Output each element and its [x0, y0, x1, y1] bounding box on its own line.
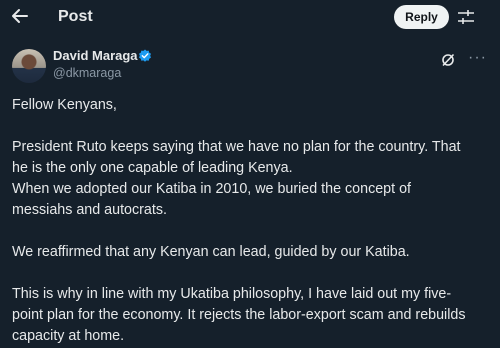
post-line: When we adopted our Katiba in 2010, we b… — [12, 181, 411, 197]
post-text: Fellow Kenyans, President Ruto keeps say… — [12, 95, 497, 347]
post-line: capacity at home. — [12, 328, 125, 344]
sliders-icon — [458, 10, 474, 24]
author-handle[interactable]: @dkmaraga — [53, 65, 121, 81]
post-line: messiahs and autocrats. — [12, 202, 167, 218]
verified-badge-icon — [138, 49, 152, 63]
post-line: point plan for the economy. It rejects t… — [12, 307, 466, 323]
author-name[interactable]: David Maraga — [53, 48, 138, 64]
post-line: This is why in line with my Ukatiba phil… — [12, 286, 452, 302]
more-options-button[interactable]: ··· — [468, 50, 487, 66]
page-title: Post — [58, 8, 93, 25]
post-greeting: Fellow Kenyans, — [12, 97, 117, 113]
grok-icon — [442, 53, 455, 67]
arrow-left-icon — [12, 9, 28, 23]
post-line: he is the only one capable of leading Ke… — [12, 160, 293, 176]
reply-button[interactable]: Reply — [394, 5, 449, 29]
avatar[interactable] — [12, 49, 46, 83]
settings-button[interactable] — [457, 9, 475, 25]
post-line: We reaffirmed that any Kenyan can lead, … — [12, 244, 410, 260]
top-bar: Post Reply — [0, 0, 500, 34]
post-line: President Ruto keeps saying that we have… — [12, 139, 461, 155]
grok-button[interactable] — [441, 53, 455, 67]
back-button[interactable] — [10, 5, 30, 27]
